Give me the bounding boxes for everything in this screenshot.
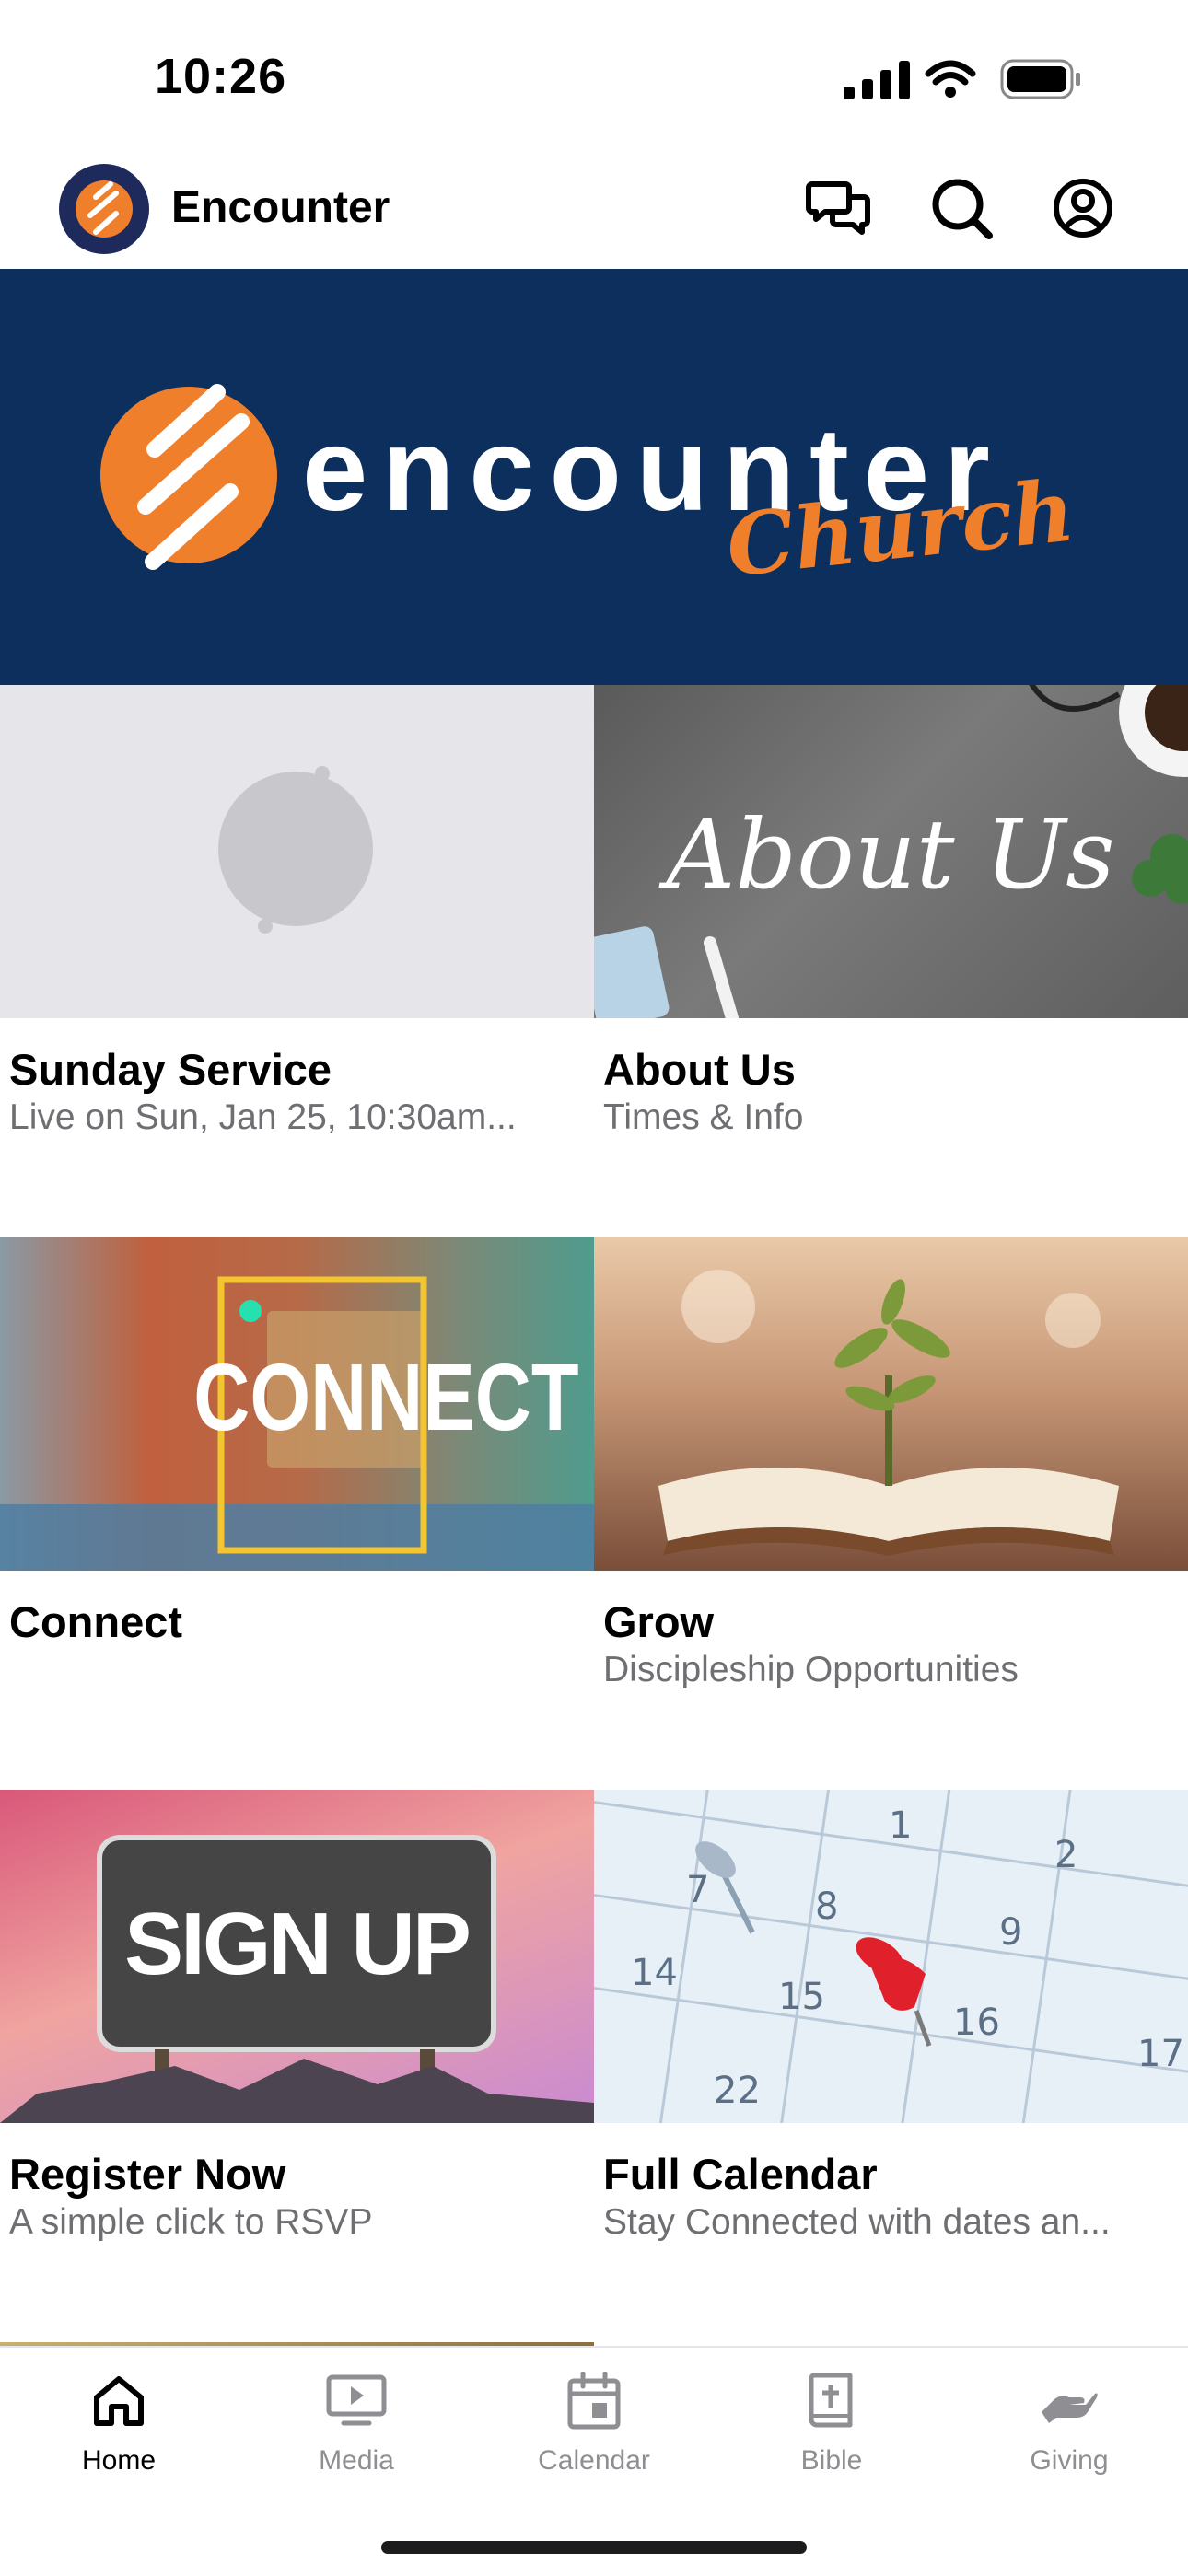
about-us-image-text: About Us <box>658 798 1114 911</box>
tile-subtitle: Live on Sun, Jan 25, 10:30am... <box>9 1097 517 1137</box>
calendar-number: 8 <box>815 1886 838 1928</box>
wifi-icon <box>925 60 976 86</box>
tile-subtitle: Stay Connected with dates an... <box>603 2202 1111 2242</box>
tile-title: Full Calendar <box>603 2150 878 2199</box>
grow-image <box>594 1237 1188 1571</box>
search-icon <box>932 179 993 239</box>
bible-icon <box>809 2373 853 2428</box>
tile-title: Sunday Service <box>9 1045 332 1094</box>
tab-label: Bible <box>800 2445 863 2476</box>
search-button[interactable] <box>925 171 998 245</box>
calendar-number: 9 <box>999 1911 1022 1954</box>
encounter-logo-mark <box>100 384 277 570</box>
tab-giving[interactable]: Giving <box>950 2372 1188 2501</box>
profile-icon <box>1054 179 1112 238</box>
church-banner: encounter Church <box>0 269 1188 685</box>
tile-grow[interactable]: Grow Discipleship Opportunities <box>594 1237 1188 1790</box>
profile-button[interactable] <box>1046 171 1120 245</box>
plant-icon <box>1132 834 1188 904</box>
calendar-number: 22 <box>714 2070 761 2112</box>
app-logo[interactable] <box>59 164 149 254</box>
tab-label: Media <box>319 2445 394 2476</box>
tile-register-now[interactable]: SIGN UP Register Now A simple click to R… <box>0 1790 594 2342</box>
play-screen-icon <box>326 2374 387 2426</box>
calendar-number: 14 <box>631 1952 678 1994</box>
battery-icon <box>1000 59 1080 99</box>
status-time: 10:26 <box>155 49 287 104</box>
tab-label: Giving <box>1030 2445 1109 2476</box>
calendar-number: 15 <box>778 1976 825 2018</box>
tile-subtitle: Times & Info <box>603 1097 804 1137</box>
tab-bible[interactable]: Bible <box>713 2372 950 2501</box>
tile-about-us[interactable]: About Us About Us Times & Info <box>594 685 1188 1237</box>
tile-title: About Us <box>603 1045 796 1094</box>
cellular-signal-icon <box>844 61 910 99</box>
calendar-number: 2 <box>1054 1834 1077 1876</box>
tab-home[interactable]: Home <box>0 2372 238 2501</box>
home-indicator <box>381 2541 807 2554</box>
live-placeholder-icon <box>218 766 373 934</box>
tile-title: Register Now <box>9 2150 286 2199</box>
sign-up-image-text: SIGN UP <box>124 1895 469 1993</box>
glasses-icon <box>1029 685 1121 712</box>
tile-subtitle: Discipleship Opportunities <box>603 1650 1019 1689</box>
chat-bubbles-icon <box>806 181 870 235</box>
home-icon <box>94 2376 144 2426</box>
calendar-number: 1 <box>889 1804 912 1847</box>
status-icons <box>840 55 1089 103</box>
messages-button[interactable] <box>803 171 877 245</box>
about-us-image: About Us <box>594 685 1188 1018</box>
tab-media[interactable]: Media <box>238 2372 475 2501</box>
tab-label: Home <box>81 2445 157 2476</box>
calendar-number: 16 <box>953 2002 1000 2044</box>
tile-connect[interactable]: CONNECT Connect <box>0 1237 594 1790</box>
sunday-service-thumbnail <box>0 685 594 1018</box>
calendar-icon <box>567 2372 621 2430</box>
register-image: SIGN UP <box>0 1790 594 2123</box>
tile-title: Grow <box>603 1597 715 1646</box>
tile-sunday-service[interactable]: Sunday Service Live on Sun, Jan 25, 10:3… <box>0 685 594 1237</box>
tab-label: Calendar <box>538 2445 650 2476</box>
tile-subtitle: A simple click to RSVP <box>9 2202 373 2242</box>
calendar-number: 7 <box>686 1869 709 1911</box>
tile-full-calendar[interactable]: 1 2 7 8 9 14 15 16 17 22 Full Calendar S… <box>594 1790 1188 2342</box>
tab-calendar[interactable]: Calendar <box>475 2372 713 2501</box>
connect-image-text: CONNECT <box>193 1344 578 1451</box>
connect-image: CONNECT <box>0 1237 594 1571</box>
calendar-image: 1 2 7 8 9 14 15 16 17 22 <box>594 1790 1188 2123</box>
calendar-number: 17 <box>1137 2033 1184 2075</box>
giving-icon <box>1042 2393 1098 2423</box>
app-title: Encounter <box>171 183 390 232</box>
tile-title: Connect <box>9 1597 182 1646</box>
